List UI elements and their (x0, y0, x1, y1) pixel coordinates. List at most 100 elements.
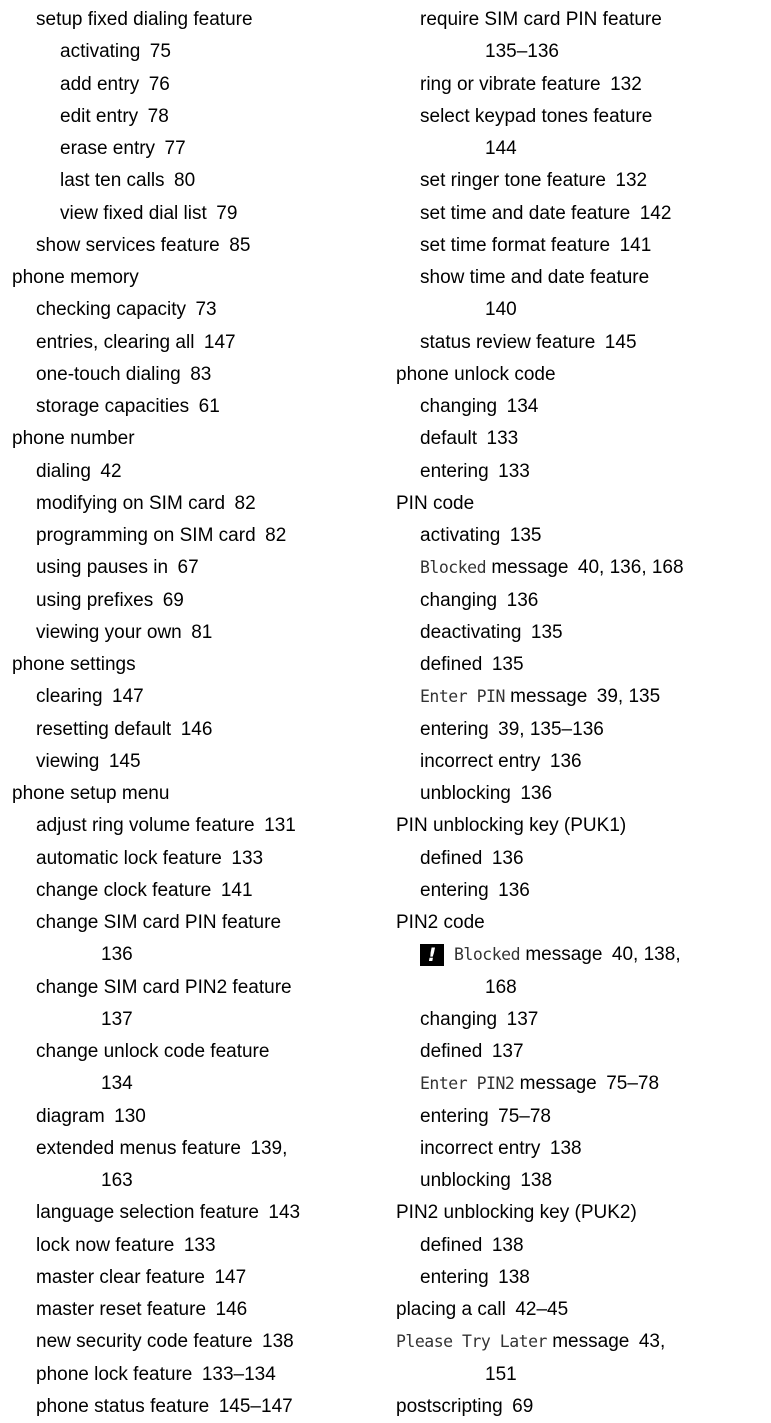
index-entry-text: adjust ring volume feature 131 (36, 815, 296, 837)
index-subentry: show time and date feature (396, 262, 768, 294)
index-subentry: view fixed dial list 79 (12, 198, 372, 230)
index-entry-text: 151 (485, 1363, 517, 1385)
index-entry-text: checking capacity 73 (36, 299, 217, 321)
index-entry-text: entering 133 (420, 460, 530, 482)
index-column-right: require SIM card PIN feature 135–136 ring … (396, 4, 768, 1423)
index-subentry: ! Blocked message 40, 138, (396, 939, 768, 971)
index-subentry: status review feature 145 (396, 327, 768, 359)
index-entry-text: PIN code (396, 492, 475, 514)
index-subentry: change unlock code feature (12, 1036, 372, 1068)
index-subentry: 140 (396, 294, 768, 326)
index-entry-text: change SIM card PIN2 feature (36, 976, 292, 998)
index-subentry: unblocking 136 (396, 778, 768, 810)
index-subentry: 136 (12, 939, 372, 971)
index-entry-text: PIN2 code (396, 912, 485, 933)
index-subentry: master reset feature 146 (12, 1294, 372, 1326)
index-entry-text: extended menus feature 139, (36, 1137, 288, 1159)
index-entry-text: set time and date feature 142 (420, 202, 672, 224)
index-subentry: new security code feature 138 (12, 1326, 372, 1358)
index-entry-text: show services feature 85 (36, 234, 251, 256)
index-entry-text: add entry 76 (60, 73, 170, 95)
index-subentry: defined 137 (396, 1036, 768, 1068)
index-entry-text: using prefixes 69 (36, 589, 184, 611)
index-entry-text: message 39, 135 (504, 686, 661, 708)
index-subentry: using prefixes 69 (12, 585, 372, 617)
index-entry-text: one-touch dialing 83 (36, 363, 212, 385)
index-subentry: changing 137 (396, 1004, 768, 1036)
index-entry-text: entering 75–78 (420, 1105, 551, 1127)
index-entry-text: diagram 130 (36, 1105, 146, 1127)
index-entry-text: deactivating 135 (420, 621, 563, 643)
index-subentry: one-touch dialing 83 (12, 359, 372, 391)
index-subentry: dialing 42 (12, 456, 372, 488)
display-message-text: Please Try Later (396, 1332, 547, 1352)
index-entry-text: status review feature 145 (420, 331, 637, 353)
index-entry-text: defined 137 (420, 1041, 524, 1062)
index-entry-text: defined 135 (420, 654, 524, 675)
index-entry-text: message 43, (546, 1331, 666, 1353)
index-subentry: erase entry 77 (12, 133, 372, 165)
display-message-text: Enter PIN2 (420, 1074, 515, 1094)
index-subentry: change SIM card PIN feature (12, 907, 372, 939)
index-entry-text: default 133 (420, 428, 519, 450)
index-entry-text: automatic lock feature 133 (36, 847, 264, 869)
index-entry-text: show time and date feature (420, 267, 650, 288)
index-entry-text: master reset feature 146 (36, 1299, 248, 1320)
index-subentry: phone lock feature 133–134 (12, 1359, 372, 1391)
index-entry-text: require SIM card PIN feature (420, 9, 662, 30)
index-entry-text: changing 134 (420, 396, 539, 417)
index-entry-text: activating 75 (60, 41, 171, 63)
index-entry-text: select keypad tones feature (420, 105, 653, 127)
index-column-left: setup fixed dialing feature activating 75… (12, 4, 372, 1423)
index-subentry: language selection feature 143 (12, 1197, 372, 1229)
index-subentry: 151 (396, 1359, 768, 1391)
index-entry-text: incorrect entry 136 (420, 750, 582, 772)
index-entry-text: master clear feature 147 (36, 1266, 247, 1288)
index-subentry: phone status feature 145–147 (12, 1391, 372, 1423)
index-entry-text: phone setup menu (12, 783, 170, 804)
index-subentry: show services feature 85 (12, 230, 372, 262)
index-entry-text: change SIM card PIN feature (36, 912, 282, 933)
index-entry-text: modifying on SIM card 82 (36, 492, 256, 514)
index-subentry: Enter PIN message 39, 135 (396, 681, 768, 713)
index-subentry: programming on SIM card 82 (12, 520, 372, 552)
index-subentry: select keypad tones feature (396, 101, 768, 133)
index-entry-text: dialing 42 (36, 460, 122, 482)
index-subentry: last ten calls 80 (12, 165, 372, 197)
index-entry-text: new security code feature 138 (36, 1331, 294, 1353)
index-entry-text: programming on SIM card 82 (36, 525, 287, 546)
index-heading: phone memory (12, 262, 372, 294)
index-entry-text: entering 39, 135–136 (420, 718, 604, 740)
index-entry-text: message 75–78 (514, 1073, 660, 1095)
index-subentry: entering 39, 135–136 (396, 714, 768, 746)
index-entry-text: storage capacities 61 (36, 396, 220, 417)
index-entry-text: defined 138 (420, 1234, 524, 1256)
index-heading: PIN2 unblocking key (PUK2) (396, 1197, 768, 1229)
index-heading: postscripting 69 (396, 1391, 768, 1423)
index-entry-text: PIN2 unblocking key (PUK2) (396, 1202, 637, 1224)
index-subentry: changing 136 (396, 585, 768, 617)
index-entry-text: 163 (101, 1170, 133, 1191)
index-entry-text: changing 137 (420, 1008, 539, 1030)
index-subentry: defined 136 (396, 843, 768, 875)
index-subentry: ring or vibrate feature 132 (396, 69, 768, 101)
index-heading: PIN unblocking key (PUK1) (396, 810, 768, 842)
display-message-text: Enter PIN (420, 687, 505, 707)
index-subentry: default 133 (396, 423, 768, 455)
index-entry-text: viewing your own 81 (36, 621, 213, 643)
index-subentry: defined 135 (396, 649, 768, 681)
index-subentry: modifying on SIM card 82 (12, 488, 372, 520)
index-entry-text: unblocking 138 (420, 1170, 553, 1191)
index-entry-text: change unlock code feature (36, 1041, 270, 1062)
index-entry-text: entries, clearing all 147 (36, 331, 236, 353)
index-entry-text: lock now feature 133 (36, 1234, 216, 1256)
index-subentry: adjust ring volume feature 131 (12, 810, 372, 842)
index-subentry: add entry 76 (12, 69, 372, 101)
index-entry-text: defined 136 (420, 847, 524, 869)
index-entry-text: last ten calls 80 (60, 170, 196, 192)
index-entry-text: incorrect entry 138 (420, 1137, 582, 1159)
index-entry-text: changing 136 (420, 589, 539, 611)
index-subentry: change clock feature 141 (12, 875, 372, 907)
index-subentry: 135–136 (396, 36, 768, 68)
index-entry-text: 136 (101, 944, 133, 966)
